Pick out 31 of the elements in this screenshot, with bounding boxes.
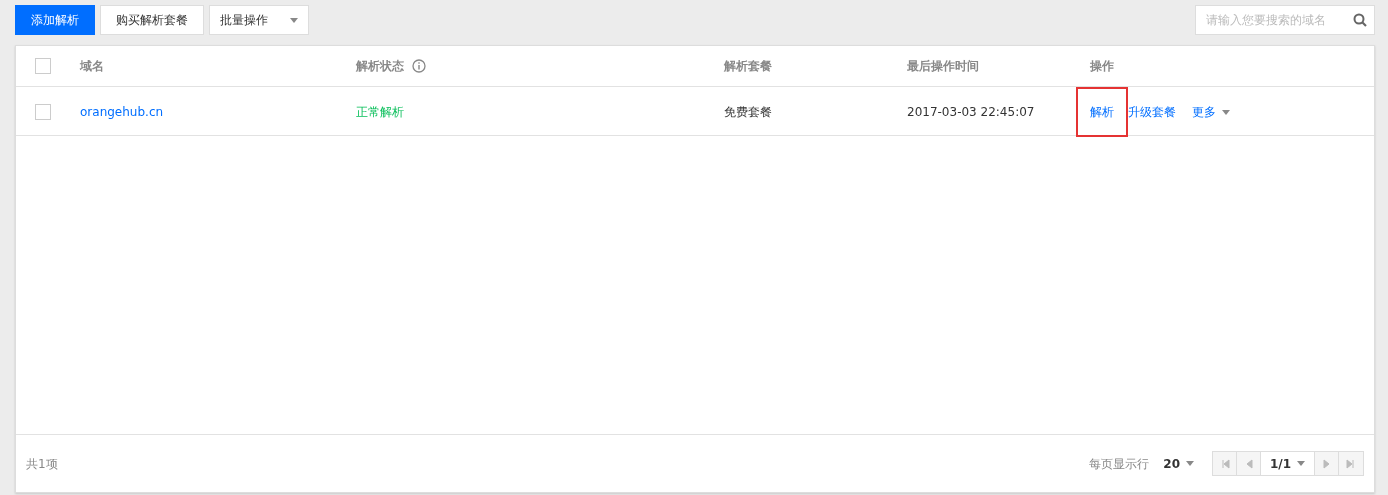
caret-icon	[1186, 461, 1194, 466]
checkbox[interactable]	[35, 58, 51, 74]
action-link[interactable]: 升级套餐	[1128, 103, 1176, 121]
batch-dropdown[interactable]: 批量操作	[209, 5, 309, 35]
caret-icon	[290, 17, 298, 23]
column-header: 操作	[1090, 58, 1114, 75]
column-header: 域名	[80, 58, 104, 75]
search-field[interactable]: 请输入您要搜索的域名	[1195, 5, 1375, 35]
first-page-icon	[1219, 458, 1230, 469]
caret-icon	[1222, 109, 1230, 115]
last-page-icon	[1346, 458, 1356, 469]
page-dropdown[interactable]: 1/1	[1261, 452, 1315, 475]
total-count: 共1项	[26, 455, 58, 473]
column-header: 解析状态	[356, 58, 404, 75]
checkbox[interactable]	[35, 104, 51, 120]
more-dropdown[interactable]: 更多	[1192, 103, 1230, 121]
action-link[interactable]: 解析	[1076, 87, 1128, 137]
column-header: 解析套餐	[724, 58, 772, 75]
page-size-label: 每页显示行	[1089, 455, 1150, 473]
status-text: 正常解析	[356, 104, 404, 121]
caret-icon	[1297, 461, 1306, 466]
buy-package-button[interactable]: 购买解析套餐	[100, 5, 204, 35]
time-text: 2017-03-03 22:45:07	[907, 104, 1035, 121]
column-header: 最后操作时间	[907, 58, 979, 75]
domain-link[interactable]: orangehub.cn	[80, 103, 164, 121]
plan-text: 免费套餐	[724, 104, 772, 121]
next-icon	[1321, 458, 1332, 469]
info-icon[interactable]	[412, 59, 426, 73]
page-size-dropdown[interactable]: 20	[1163, 454, 1194, 473]
search-icon[interactable]	[1353, 13, 1367, 27]
add-record-button[interactable]: 添加解析	[15, 5, 95, 35]
